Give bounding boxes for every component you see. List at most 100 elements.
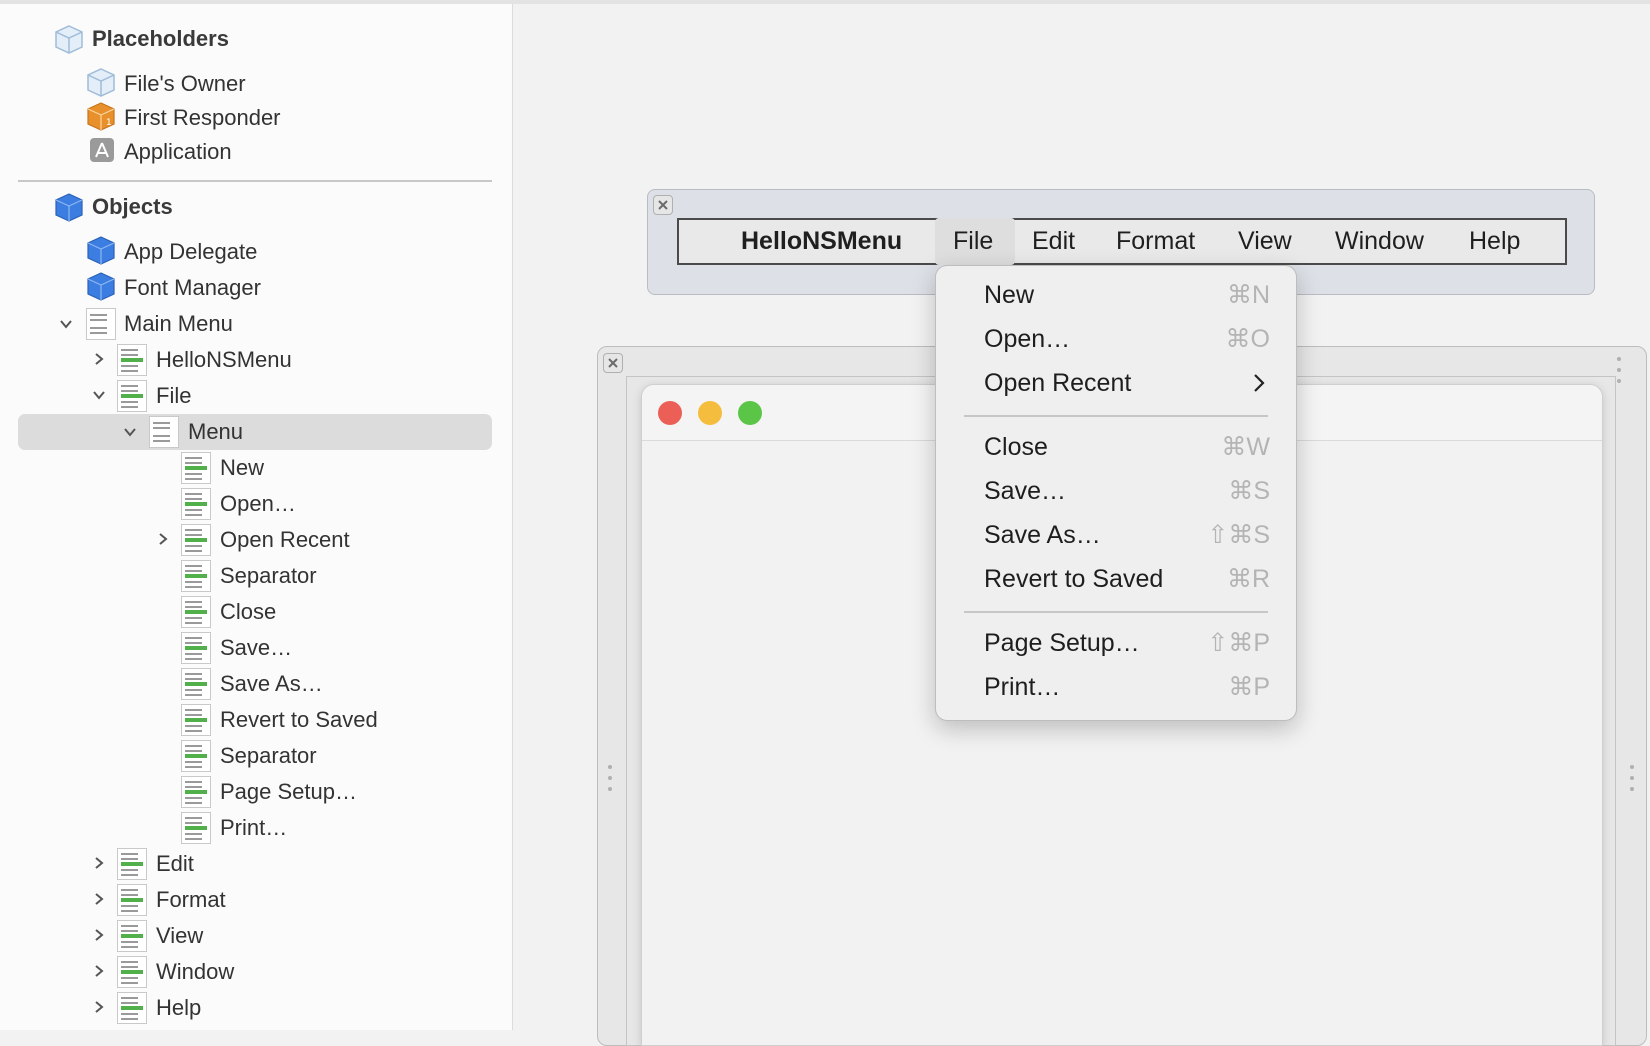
- menubar-view[interactable]: View: [1238, 218, 1292, 265]
- menu-item-close[interactable]: Close ⌘W: [936, 426, 1298, 468]
- minimize-window-button[interactable]: [698, 401, 722, 425]
- submenu-arrow-icon: [1254, 374, 1265, 392]
- menu-item-icon: [181, 704, 211, 736]
- outline-file-item[interactable]: Open Recent: [220, 522, 350, 558]
- outline-item-label: Close: [220, 599, 277, 624]
- outline-file-item[interactable]: Print…: [220, 810, 287, 846]
- outline-item-label: Window: [156, 959, 235, 984]
- outline-item-label: Open Recent: [220, 527, 350, 552]
- outline-item-application[interactable]: Application: [124, 134, 232, 170]
- outline-item-app-delegate[interactable]: App Delegate: [124, 234, 257, 270]
- menu-item-open-recent[interactable]: Open Recent: [936, 362, 1298, 404]
- chevron-right-icon[interactable]: [89, 889, 109, 909]
- menu-item-icon: [181, 740, 211, 772]
- outline-item-first-responder[interactable]: First Responder: [124, 100, 281, 136]
- menu-item-icon: [181, 488, 211, 520]
- outline-file-item[interactable]: Revert to Saved: [220, 702, 378, 738]
- menu-item-open[interactable]: Open… ⌘O: [936, 318, 1298, 360]
- close-icon[interactable]: [603, 353, 623, 373]
- outline-item-label: Menu: [188, 419, 244, 444]
- menu-item-shortcut: ⌘R: [1226, 565, 1270, 593]
- outline-item-label: Print…: [220, 815, 288, 840]
- menu-separator: [964, 611, 1268, 613]
- outline-item-font-manager[interactable]: Font Manager: [124, 270, 261, 306]
- outline-file-item[interactable]: New: [220, 450, 264, 486]
- chevron-down-icon[interactable]: [89, 385, 109, 405]
- chevron-right-icon[interactable]: [89, 349, 109, 369]
- chevron-down-icon[interactable]: [56, 314, 76, 334]
- menu-item-icon: [117, 848, 147, 880]
- outline-file-item[interactable]: Separator: [220, 558, 317, 594]
- resize-handle-icon[interactable]: [1630, 765, 1636, 799]
- objects-cube-icon: [55, 193, 83, 222]
- menu-item-icon: [181, 560, 211, 592]
- menu-item-new[interactable]: New ⌘N: [936, 274, 1298, 316]
- menu-item-label: Open Recent: [984, 368, 1132, 397]
- menu-icon: [149, 416, 179, 448]
- outline-item-label: Revert to Saved: [220, 707, 378, 732]
- close-window-button[interactable]: [658, 401, 682, 425]
- outline-item-files-owner[interactable]: File's Owner: [124, 66, 246, 102]
- outline-menu-item[interactable]: View: [156, 918, 203, 954]
- zoom-window-button[interactable]: [738, 401, 762, 425]
- application-icon: [90, 138, 114, 162]
- close-icon[interactable]: [653, 195, 673, 215]
- outline-file-item[interactable]: Save…: [220, 630, 292, 666]
- outline-menu-item[interactable]: Format: [156, 882, 226, 918]
- outline-item-menu[interactable]: Menu: [188, 414, 243, 450]
- outline-item-label: Main Menu: [124, 311, 233, 336]
- menubar-help[interactable]: Help: [1469, 218, 1520, 265]
- outline-item-main-menu[interactable]: Main Menu: [124, 306, 233, 342]
- resize-handle-icon[interactable]: [608, 765, 614, 799]
- placeholder-cube-icon: [55, 25, 83, 54]
- outline-item-label: First Responder: [124, 105, 281, 130]
- chevron-right-icon[interactable]: [89, 853, 109, 873]
- chevron-right-icon[interactable]: [89, 961, 109, 981]
- menu-item-revert-to-saved[interactable]: Revert to Saved ⌘R: [936, 558, 1298, 600]
- outline-menu-item[interactable]: Help: [156, 990, 201, 1026]
- resize-handle-icon[interactable]: [1617, 357, 1623, 391]
- menu-item-shortcut: ⇧⌘P: [1207, 629, 1270, 657]
- menu-item-icon: [117, 920, 147, 952]
- object-cube-icon: [87, 236, 115, 265]
- selection-highlight: [18, 414, 492, 450]
- menu-item-shortcut: ⌘P: [1228, 673, 1270, 701]
- outline-menu-item[interactable]: Edit: [156, 846, 194, 882]
- menu-item-label: New: [984, 280, 1035, 309]
- outline-file-item[interactable]: Save As…: [220, 666, 323, 702]
- outline-item-label: HelloNSMenu: [156, 347, 292, 372]
- first-responder-icon: 1: [87, 102, 115, 131]
- chevron-right-icon[interactable]: [89, 925, 109, 945]
- menu-item-save[interactable]: Save… ⌘S: [936, 470, 1298, 512]
- menubar-format[interactable]: Format: [1116, 218, 1195, 265]
- menubar-edit[interactable]: Edit: [1032, 218, 1075, 265]
- outline-item-label: View: [156, 923, 204, 948]
- menu-item-shortcut: ⌘S: [1228, 477, 1270, 505]
- outline-file-item[interactable]: Separator: [220, 738, 317, 774]
- chevron-right-icon[interactable]: [89, 997, 109, 1017]
- outline-item-hellonsmenu[interactable]: HelloNSMenu: [156, 342, 292, 378]
- menu-item-shortcut: ⇧⌘S: [1207, 521, 1270, 549]
- menu-item-label: Revert to Saved: [984, 564, 1164, 593]
- outline-item-label: Edit: [156, 851, 194, 876]
- outline-item-label: Save…: [220, 635, 293, 660]
- menu-item-save-as[interactable]: Save As… ⇧⌘S: [936, 514, 1298, 556]
- outline-file-item[interactable]: Open…: [220, 486, 296, 522]
- outline-item-label: Open…: [220, 491, 296, 516]
- menu-item-print[interactable]: Print… ⌘P: [936, 666, 1298, 708]
- chevron-right-icon[interactable]: [153, 529, 173, 549]
- menubar-app-name[interactable]: HelloNSMenu: [741, 218, 902, 265]
- outline-menu-item[interactable]: Window: [156, 954, 234, 990]
- outline-item-file[interactable]: File: [156, 378, 191, 414]
- outline-item-label: Application: [124, 139, 232, 164]
- chevron-down-icon[interactable]: [120, 422, 140, 442]
- outline-file-item[interactable]: Close: [220, 594, 276, 630]
- menubar-window[interactable]: Window: [1335, 218, 1424, 265]
- menubar-file[interactable]: File: [953, 218, 993, 265]
- menu-item-label: Page Setup…: [984, 628, 1140, 657]
- outline-file-item[interactable]: Page Setup…: [220, 774, 357, 810]
- menu-item-page-setup[interactable]: Page Setup… ⇧⌘P: [936, 622, 1298, 664]
- outline-item-label: Help: [156, 995, 202, 1020]
- menu-item-icon: [117, 380, 147, 412]
- outline-divider: [18, 180, 492, 182]
